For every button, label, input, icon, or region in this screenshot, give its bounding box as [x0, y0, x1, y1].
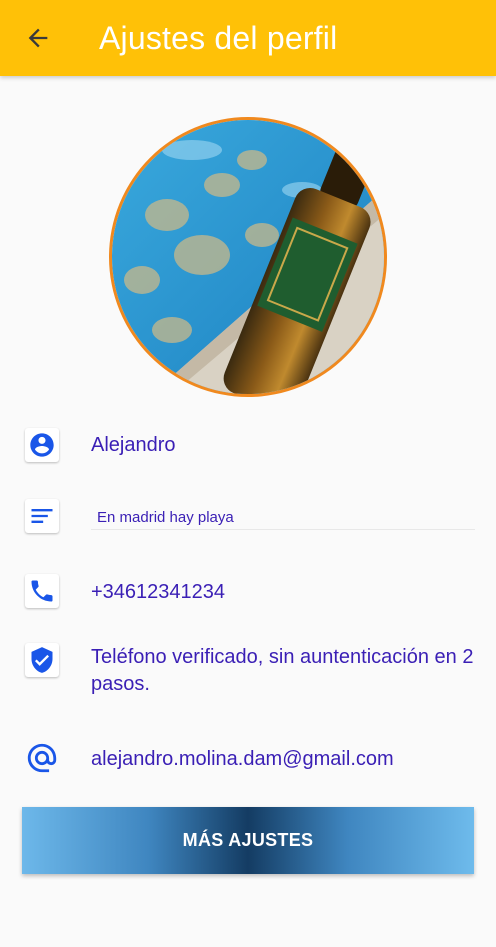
verified-shield-icon: [25, 643, 59, 677]
back-button[interactable]: [22, 22, 54, 54]
profile-phone: +34612341234: [91, 581, 226, 603]
at-sign-icon: [25, 741, 59, 775]
more-settings-button[interactable]: MÁS AJUSTES: [22, 807, 474, 874]
phone-icon: [25, 574, 59, 608]
bio-input[interactable]: [91, 505, 475, 530]
profile-avatar[interactable]: [109, 117, 387, 397]
arrow-back-icon: [28, 28, 48, 48]
page-title: Ajustes del perfil: [99, 20, 338, 56]
avatar-photo: [112, 120, 384, 394]
app-bar: Ajustes del perfil: [0, 0, 496, 76]
profile-email: alejandro.molina.dam@gmail.com: [91, 748, 394, 770]
profile-name: Alejandro: [91, 434, 176, 456]
subject-lines-icon: [25, 499, 59, 533]
verification-status: Teléfono verificado, sin auntenticación …: [91, 646, 474, 695]
account-circle-icon: [25, 428, 59, 462]
